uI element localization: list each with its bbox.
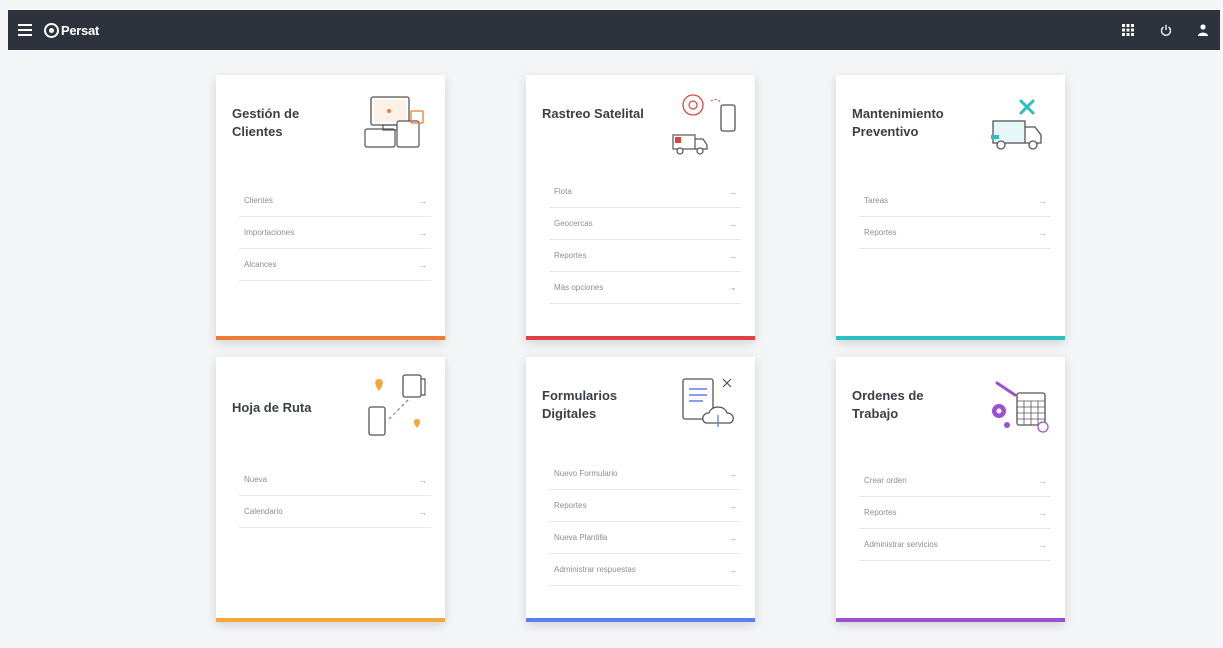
card-rastreo-satelital: Rastreo Satelital Flota → Geocercas → Repo… (526, 75, 755, 340)
menu-item-label: Clientes (244, 196, 273, 205)
accent-bar (526, 618, 755, 622)
arrow-right-icon: → (1038, 195, 1047, 206)
user-icon[interactable] (1198, 24, 1208, 36)
menu-item-label: Tareas (864, 196, 889, 205)
top-navbar: Persat (8, 10, 1220, 50)
card-menu: Tareas → Reportes → (859, 185, 1051, 249)
menu-item[interactable]: Geocercas → (549, 208, 741, 240)
arrow-right-icon: → (418, 227, 427, 238)
menu-item[interactable]: Administrar respuestas → (549, 554, 741, 586)
menu-item-label: Calendario (244, 507, 283, 516)
arrow-right-icon: → (1038, 227, 1047, 238)
card-mantenimiento-preventivo: Mantenimiento Preventivo Tareas → Reporte… (836, 75, 1065, 340)
menu-item-label: Nueva Plantilla (554, 533, 608, 542)
satellite-tracking-illustration-icon (672, 94, 736, 155)
arrow-right-icon: → (728, 468, 737, 479)
menu-item[interactable]: Administrar servicios → (859, 529, 1051, 561)
menu-item-more[interactable]: Más opciones ⌄ (549, 272, 741, 304)
menu-item[interactable]: Nueva → (239, 464, 431, 496)
arrow-right-icon: → (728, 564, 737, 575)
menu-item-label: Nuevo Formulario (554, 469, 618, 478)
truck-maintenance-illustration-icon (991, 99, 1042, 150)
menu-item[interactable]: Nuevo Formulario → (549, 458, 741, 490)
menu-item-label: Nueva (244, 475, 268, 484)
work-orders-illustration-icon (992, 381, 1049, 433)
menu-item[interactable]: Clientes → (239, 185, 431, 217)
menu-item[interactable]: Reportes → (859, 497, 1051, 529)
menu-item[interactable]: Calendario → (239, 496, 431, 528)
menu-item-label: Administrar servicios (864, 540, 938, 549)
menu-item-label: Más opciones (554, 283, 604, 292)
menu-item-label: Flota (554, 187, 572, 196)
card-menu: Flota → Geocercas → Reportes → Más opciones… (549, 176, 741, 304)
menu-item[interactable]: Flota → (549, 176, 741, 208)
card-hoja-ruta: Hoja de Ruta Nueva → Calendario → (216, 357, 445, 622)
accent-bar (216, 336, 445, 340)
menu-item[interactable]: Reportes → (549, 490, 741, 522)
card-menu: Crear orden → Reportes → Administrar servi… (859, 465, 1051, 561)
card-title: Rastreo Satelital (542, 106, 644, 121)
arrow-right-icon: → (728, 218, 737, 229)
apps-grid-icon[interactable] (1122, 24, 1134, 36)
arrow-right-icon: → (728, 186, 737, 197)
menu-item[interactable]: Importaciones → (239, 217, 431, 249)
accent-bar (836, 618, 1065, 622)
menu-item-label: Reportes (554, 251, 587, 260)
arrow-right-icon: → (418, 474, 427, 485)
menu-item-label: Reportes (864, 508, 897, 517)
brand-name: Persat (61, 22, 99, 38)
menu-item[interactable]: Nueva Plantilla → (549, 522, 741, 554)
card-ordenes-trabajo: Ordenes de Trabajo Crear orden → Reportes… (836, 357, 1065, 622)
card-title: Mantenimiento Preventivo (852, 106, 944, 139)
card-menu: Nueva → Calendario → (239, 464, 431, 528)
route-devices-illustration-icon (368, 374, 426, 436)
menu-item-label: Importaciones (244, 228, 295, 237)
menu-icon[interactable] (18, 24, 32, 36)
card-formularios-digitales: Formularios Digitales Nuevo Formulario → … (526, 357, 755, 622)
menu-item[interactable]: Tareas → (859, 185, 1051, 217)
accent-bar (526, 336, 755, 340)
accent-bar (216, 618, 445, 622)
card-title: Formularios Digitales (542, 388, 618, 421)
arrow-right-icon: → (1038, 539, 1047, 550)
arrow-right-icon: → (418, 195, 427, 206)
card-menu: Nuevo Formulario → Reportes → Nueva Planti… (549, 458, 741, 586)
arrow-right-icon: → (728, 250, 737, 261)
card-menu: Clientes → Importaciones → Alcances → (239, 185, 431, 281)
card-title: Ordenes de Trabajo (852, 388, 924, 421)
menu-item[interactable]: Reportes → (549, 240, 741, 272)
menu-item[interactable]: Alcances → (239, 249, 431, 281)
power-icon[interactable] (1160, 24, 1172, 36)
menu-item-label: Alcances (244, 260, 277, 269)
menu-item[interactable]: Crear orden → (859, 465, 1051, 497)
logo-icon (44, 22, 59, 38)
arrow-right-icon: → (1038, 507, 1047, 518)
devices-illustration-icon (364, 96, 424, 148)
chevron-down-icon: ⌄ (729, 282, 737, 292)
menu-item-label: Reportes (864, 228, 897, 237)
card-title: Gestión de Clientes (232, 106, 300, 139)
accent-bar (836, 336, 1065, 340)
digital-forms-illustration-icon (682, 378, 734, 427)
arrow-right-icon: → (728, 500, 737, 511)
menu-item-label: Reportes (554, 501, 587, 510)
arrow-right-icon: → (418, 259, 427, 270)
arrow-right-icon: → (418, 506, 427, 517)
card-gestion-clientes: Gestión de Clientes Clientes → Importacio… (216, 75, 445, 340)
arrow-right-icon: → (728, 532, 737, 543)
menu-item-label: Geocercas (554, 219, 593, 228)
brand-logo[interactable]: Persat (44, 22, 99, 38)
menu-item[interactable]: Reportes → (859, 217, 1051, 249)
menu-item-label: Crear orden (864, 476, 907, 485)
card-title: Hoja de Ruta (232, 400, 312, 415)
menu-item-label: Administrar respuestas (554, 565, 636, 574)
arrow-right-icon: → (1038, 475, 1047, 486)
